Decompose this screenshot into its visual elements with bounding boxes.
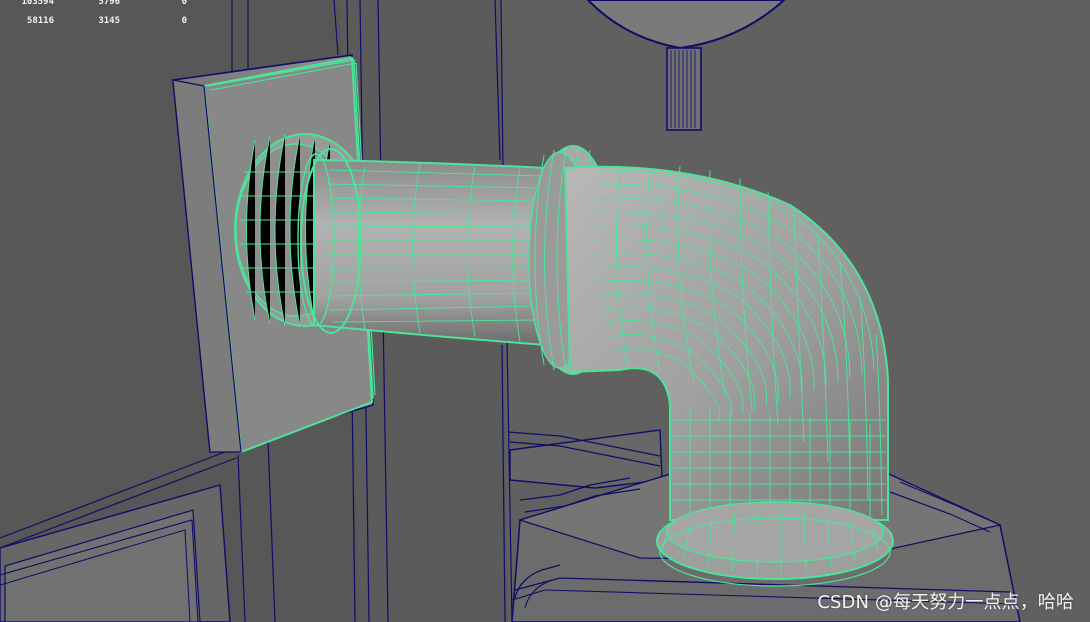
viewport-scene[interactable] — [0, 0, 1090, 622]
watermark-text: CSDN @每天努力一点点，哈哈 — [817, 592, 1074, 613]
maya-viewport[interactable]: 103594 5796 0 58116 3145 0 CSDN @每天努力一点点… — [0, 0, 1090, 622]
hud-row: 103594 5796 0 — [0, 0, 210, 10]
hud-value: 0 — [181, 0, 187, 7]
hud-value: 103594 — [21, 0, 54, 7]
straight-pipe-section[interactable] — [297, 148, 546, 347]
poly-stats-hud: 103594 5796 0 58116 3145 0 — [0, 0, 210, 34]
hud-value: 0 — [181, 16, 187, 26]
hud-value: 3145 — [98, 16, 120, 26]
hud-value: 58116 — [26, 16, 54, 26]
hud-row: 58116 3145 0 — [0, 17, 210, 29]
hud-value: 5796 — [98, 0, 120, 7]
